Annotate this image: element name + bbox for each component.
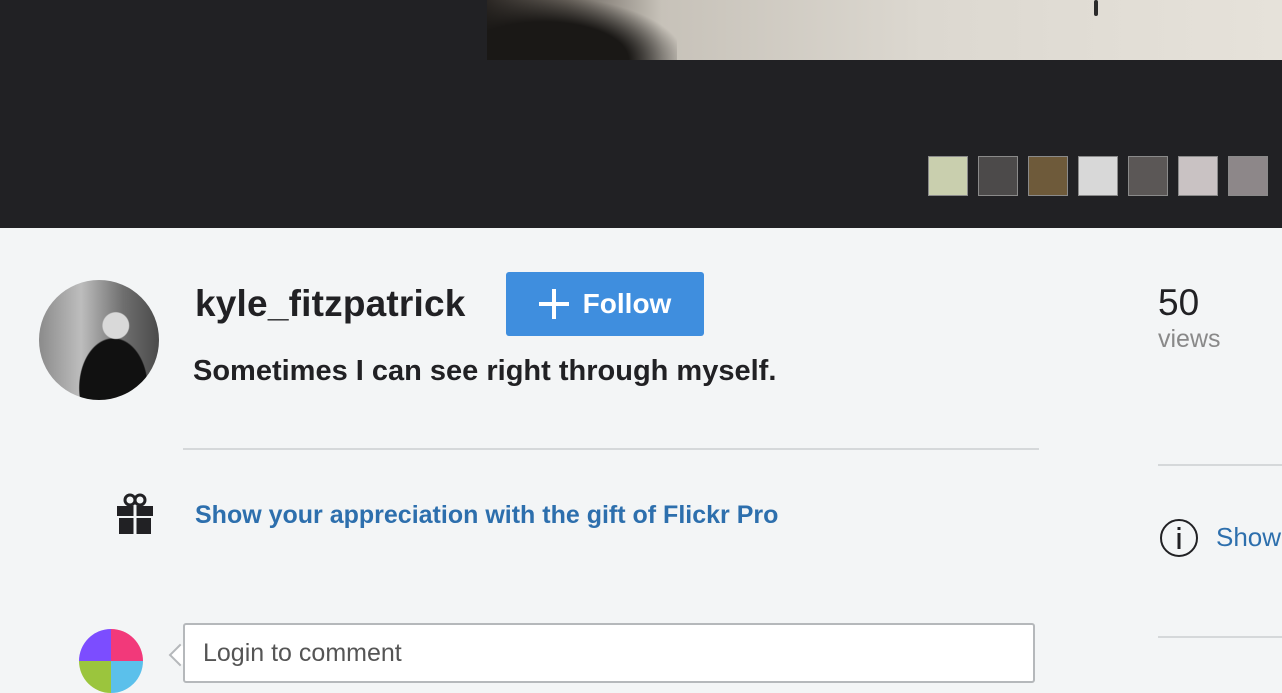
gift-pro-link[interactable]: Show your appreciation with the gift of …: [195, 501, 778, 530]
views-label: views: [1158, 325, 1221, 353]
main-photo[interactable]: [487, 0, 1282, 60]
sidebar-divider-bottom: [1158, 636, 1282, 638]
thumbnail-1[interactable]: [928, 156, 968, 196]
photo-detail: [1094, 0, 1098, 16]
photo-caption: Sometimes I can see right through myself…: [193, 355, 777, 387]
content-divider: [183, 448, 1039, 450]
photo-viewer: [0, 0, 1282, 228]
thumbnail-7[interactable]: [1228, 156, 1268, 196]
thumbnail-4[interactable]: [1078, 156, 1118, 196]
photostream-thumbnails: [928, 156, 1268, 196]
views-count: 50: [1158, 282, 1200, 323]
owner-avatar[interactable]: [39, 280, 159, 400]
thumbnail-2[interactable]: [978, 156, 1018, 196]
sidebar-divider-top: [1158, 464, 1282, 466]
photo-shadow: [487, 0, 677, 60]
owner-username[interactable]: kyle_fitzpatrick: [195, 283, 466, 325]
info-icon: [1160, 519, 1198, 557]
plus-icon: [538, 289, 569, 319]
commenter-avatar: [79, 629, 143, 693]
comment-input[interactable]: [183, 623, 1035, 683]
show-more-link[interactable]: Show: [1216, 522, 1281, 553]
thumbnail-5[interactable]: [1128, 156, 1168, 196]
follow-label: Follow: [582, 288, 672, 319]
gift-icon: [117, 493, 153, 534]
follow-button[interactable]: Follow: [506, 272, 704, 336]
thumbnail-6[interactable]: [1178, 156, 1218, 196]
thumbnail-3[interactable]: [1028, 156, 1068, 196]
